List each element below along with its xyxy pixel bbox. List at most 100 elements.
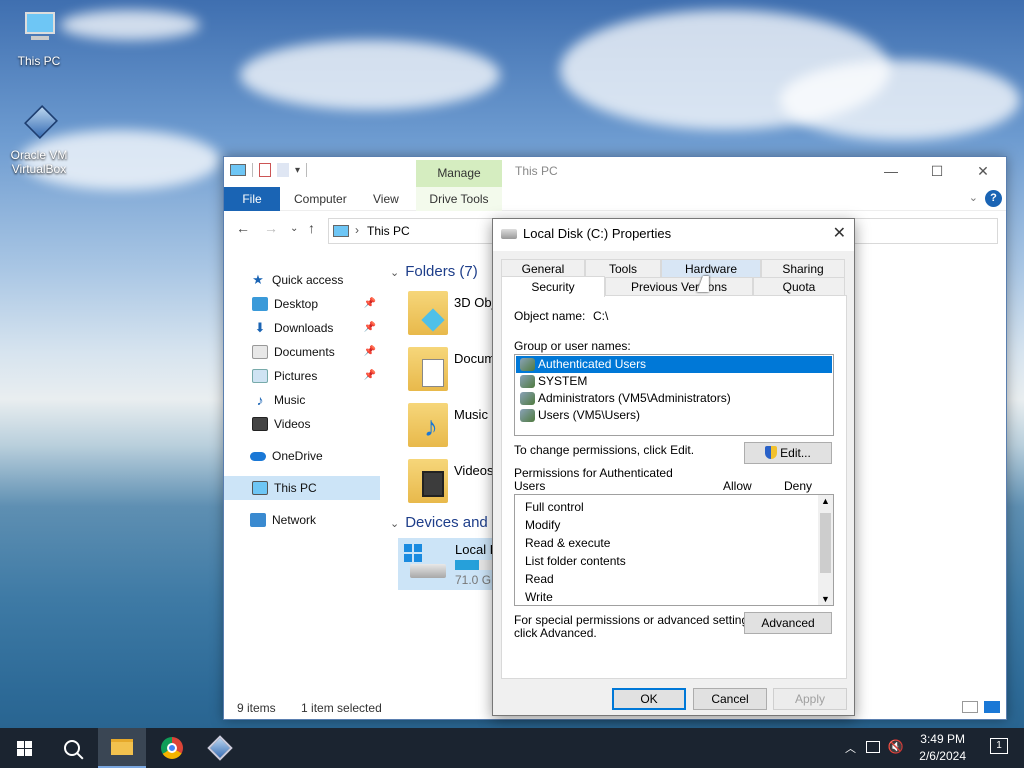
desktop-icon-virtualbox[interactable]: Oracle VM VirtualBox bbox=[4, 104, 74, 176]
edit-button[interactable]: Edit... bbox=[744, 442, 832, 464]
search-button[interactable] bbox=[48, 728, 96, 768]
special-permissions-text: For special permissions or advanced sett… bbox=[514, 613, 758, 627]
back-arrow-icon[interactable]: ← bbox=[236, 220, 250, 236]
virtualbox-icon bbox=[17, 104, 61, 144]
windows-logo-icon bbox=[16, 740, 32, 756]
documents-folder-icon bbox=[408, 347, 448, 391]
network-icon[interactable] bbox=[866, 741, 880, 753]
window-title: This PC bbox=[515, 164, 558, 178]
start-button[interactable] bbox=[0, 728, 48, 768]
pin-icon[interactable]: 📌 bbox=[364, 292, 376, 316]
tab-general[interactable]: General bbox=[501, 259, 585, 277]
tab-sharing[interactable]: Sharing bbox=[761, 259, 845, 277]
ok-button[interactable]: OK bbox=[612, 688, 686, 710]
status-selected-count: 1 item selected bbox=[301, 701, 382, 715]
nav-documents[interactable]: Documents 📌 bbox=[240, 340, 380, 364]
help-icon[interactable]: ? bbox=[985, 190, 1002, 207]
taskbar-file-explorer[interactable] bbox=[98, 728, 146, 768]
list-item[interactable]: Authenticated Users bbox=[516, 356, 832, 373]
tab-drive-tools[interactable]: Drive Tools bbox=[416, 187, 502, 211]
tab-previous-versions[interactable]: Previous Versions bbox=[605, 277, 753, 295]
user-list[interactable]: Authenticated Users SYSTEM Administrator… bbox=[514, 354, 834, 436]
nav-network[interactable]: Network bbox=[240, 508, 380, 532]
nav-quick-access[interactable]: ★ Quick access bbox=[240, 268, 380, 292]
change-permissions-text: To change permissions, click Edit. bbox=[514, 443, 695, 457]
3d-objects-folder-icon bbox=[408, 291, 448, 335]
tab-tools[interactable]: Tools bbox=[585, 259, 661, 277]
dialog-tabs: General Tools Hardware Sharing Security … bbox=[501, 259, 846, 297]
new-folder-icon[interactable] bbox=[277, 163, 289, 177]
explorer-titlebar[interactable]: ▾ Manage This PC — ☐ ✕ bbox=[224, 157, 1006, 187]
permission-row: Full control bbox=[525, 500, 584, 514]
scrollbar-thumb[interactable] bbox=[820, 513, 831, 573]
users-icon bbox=[520, 392, 535, 405]
up-arrow-icon[interactable]: ↑ bbox=[308, 220, 315, 236]
list-item[interactable]: SYSTEM bbox=[516, 373, 832, 390]
nav-desktop[interactable]: Desktop 📌 bbox=[240, 292, 380, 316]
large-icons-view-icon[interactable] bbox=[984, 701, 1000, 713]
volume-muted-icon[interactable]: 🔇 bbox=[888, 739, 904, 755]
pin-icon[interactable]: 📌 bbox=[364, 340, 376, 364]
nav-pictures[interactable]: Pictures 📌 bbox=[240, 364, 380, 388]
allow-column-header: Allow bbox=[723, 479, 752, 493]
desktop-icon-this-pc[interactable]: This PC bbox=[4, 10, 74, 68]
section-title: Folders (7) bbox=[405, 263, 478, 280]
tab-view[interactable]: View bbox=[363, 187, 409, 211]
scroll-down-icon[interactable]: ▼ bbox=[821, 594, 830, 604]
nav-onedrive[interactable]: OneDrive bbox=[240, 444, 380, 468]
nav-label: Videos bbox=[274, 417, 311, 431]
tab-quota[interactable]: Quota bbox=[753, 277, 845, 295]
clock-date: 2/6/2024 bbox=[919, 749, 966, 763]
properties-icon[interactable] bbox=[259, 163, 271, 177]
details-view-icon[interactable] bbox=[962, 701, 978, 713]
list-item[interactable]: Administrators (VM5\Administrators) bbox=[516, 390, 832, 407]
minimize-button[interactable]: — bbox=[868, 157, 914, 185]
chevron-down-icon[interactable]: ▾ bbox=[295, 165, 300, 176]
nav-videos[interactable]: Videos bbox=[240, 412, 380, 436]
advanced-button[interactable]: Advanced bbox=[744, 612, 832, 634]
maximize-button[interactable]: ☐ bbox=[914, 157, 960, 185]
forward-arrow-icon[interactable]: → bbox=[264, 220, 278, 236]
chevron-down-icon: ⌄ bbox=[390, 518, 400, 530]
nav-this-pc[interactable]: This PC bbox=[224, 476, 380, 500]
dialog-titlebar[interactable]: Local Disk (C:) Properties ✕ bbox=[493, 219, 854, 251]
nav-label: Music bbox=[274, 393, 306, 407]
tab-security[interactable]: Security bbox=[501, 276, 605, 297]
expand-ribbon-icon[interactable]: ⌄ bbox=[969, 191, 978, 204]
nav-downloads[interactable]: ⬇ Downloads 📌 bbox=[240, 316, 380, 340]
users-icon bbox=[520, 358, 535, 371]
tab-hardware[interactable]: Hardware bbox=[661, 259, 761, 277]
folder-label: Videos bbox=[454, 463, 494, 478]
apply-button[interactable]: Apply bbox=[773, 688, 847, 710]
taskbar-virtualbox[interactable] bbox=[196, 728, 244, 768]
document-icon bbox=[252, 345, 268, 359]
permissions-scrollbar[interactable]: ▲ ▼ bbox=[818, 495, 833, 605]
cloud bbox=[240, 40, 500, 110]
breadcrumb[interactable]: This PC bbox=[367, 224, 410, 238]
navigation-pane: ★ Quick access Desktop 📌 ⬇ Downloads 📌 Docu… bbox=[224, 257, 380, 697]
tab-file[interactable]: File bbox=[224, 187, 280, 211]
manage-tab[interactable]: Manage bbox=[416, 160, 502, 187]
devices-section-header[interactable]: ⌄ Devices and d bbox=[390, 514, 500, 531]
show-hidden-icons-chevron-icon[interactable]: ︿ bbox=[845, 740, 856, 756]
permissions-list[interactable]: Full control Modify Read & execute List … bbox=[514, 494, 834, 606]
close-icon[interactable]: ✕ bbox=[833, 219, 846, 249]
cancel-button[interactable]: Cancel bbox=[693, 688, 767, 710]
computer-small-icon[interactable] bbox=[230, 164, 246, 176]
folders-section-header[interactable]: ⌄ Folders (7) bbox=[390, 263, 478, 280]
recent-locations-icon[interactable]: ⌄ bbox=[290, 223, 298, 234]
list-item[interactable]: Users (VM5\Users) bbox=[516, 407, 832, 424]
pin-icon[interactable]: 📌 bbox=[364, 364, 376, 388]
close-button[interactable]: ✕ bbox=[960, 157, 1006, 185]
folder-label: Docum bbox=[454, 351, 496, 366]
clock[interactable]: 3:49 PM 2/6/2024 bbox=[919, 731, 966, 765]
nav-music[interactable]: ♪ Music bbox=[240, 388, 380, 412]
scroll-up-icon[interactable]: ▲ bbox=[821, 496, 830, 506]
tab-computer[interactable]: Computer bbox=[284, 187, 357, 211]
local-disk-properties-dialog[interactable]: Local Disk (C:) Properties ✕ General Too… bbox=[492, 218, 855, 716]
notification-center-icon[interactable]: 1 bbox=[990, 738, 1008, 754]
pin-icon[interactable]: 📌 bbox=[364, 316, 376, 340]
permission-row: Modify bbox=[525, 518, 561, 532]
taskbar-chrome[interactable] bbox=[148, 728, 196, 768]
videos-folder-icon bbox=[408, 459, 448, 503]
